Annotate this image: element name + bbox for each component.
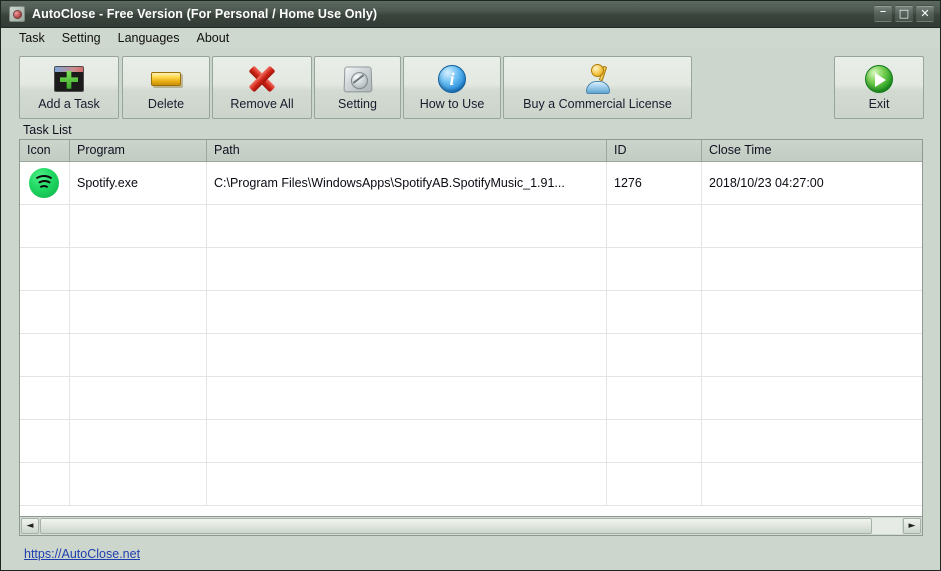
task-list-table: Icon Program Path ID Close Time Spotify.… <box>19 139 923 517</box>
table-row-empty[interactable] <box>20 248 922 291</box>
window-controls: – □ ✕ <box>874 5 934 22</box>
table-row-empty[interactable] <box>20 291 922 334</box>
table-row[interactable]: Spotify.exe C:\Program Files\WindowsApps… <box>20 162 922 205</box>
setting-label: Setting <box>338 97 377 111</box>
table-header-row: Icon Program Path ID Close Time <box>20 140 922 162</box>
menu-item-about[interactable]: About <box>189 29 239 47</box>
remove-all-icon <box>213 61 311 97</box>
setting-icon <box>315 61 400 97</box>
maximize-icon: □ <box>898 7 910 20</box>
table-row-empty[interactable] <box>20 334 922 377</box>
autoclose-app-icon <box>9 6 25 22</box>
info-icon <box>404 61 500 97</box>
column-header-close-time[interactable]: Close Time <box>702 140 922 161</box>
cell-icon <box>20 162 70 204</box>
menu-item-setting[interactable]: Setting <box>54 29 110 47</box>
remove-all-label: Remove All <box>230 97 294 111</box>
toolbar: Add a Task Delete Remove All Setting How… <box>19 56 926 119</box>
table-row-empty[interactable] <box>20 463 922 506</box>
column-header-program[interactable]: Program <box>70 140 207 161</box>
column-header-icon[interactable]: Icon <box>20 140 70 161</box>
setting-button[interactable]: Setting <box>314 56 401 119</box>
add-task-icon <box>20 61 118 97</box>
menu-item-languages[interactable]: Languages <box>110 29 189 47</box>
minimize-button[interactable]: – <box>874 5 892 22</box>
table-row-empty[interactable] <box>20 205 922 248</box>
table-row-empty[interactable] <box>20 420 922 463</box>
add-task-label: Add a Task <box>38 97 100 111</box>
how-to-use-label: How to Use <box>419 97 485 111</box>
task-list-group-label: Task List <box>23 123 72 137</box>
maximize-button[interactable]: □ <box>895 5 913 22</box>
delete-button[interactable]: Delete <box>122 56 210 119</box>
close-icon: ✕ <box>920 7 930 20</box>
scroll-right-button[interactable]: ► <box>903 518 921 534</box>
column-header-path[interactable]: Path <box>207 140 607 161</box>
application-window: AutoClose - Free Version (For Personal /… <box>0 0 941 571</box>
exit-label: Exit <box>868 97 890 111</box>
cell-path: C:\Program Files\WindowsApps\SpotifyAB.S… <box>207 162 607 204</box>
cell-close-time: 2018/10/23 04:27:00 <box>709 176 824 190</box>
add-task-button[interactable]: Add a Task <box>19 56 119 119</box>
exit-icon <box>835 61 923 97</box>
chevron-right-icon: ► <box>908 521 916 531</box>
delete-icon <box>123 61 209 97</box>
minimize-icon: – <box>879 4 887 19</box>
column-header-id[interactable]: ID <box>607 140 702 161</box>
title-bar: AutoClose - Free Version (For Personal /… <box>1 1 940 28</box>
horizontal-scrollbar[interactable]: ◄ ► <box>19 517 923 536</box>
license-key-icon <box>504 61 691 97</box>
how-to-use-button[interactable]: How to Use <box>403 56 501 119</box>
table-row-empty[interactable] <box>20 377 922 420</box>
table-body: Spotify.exe C:\Program Files\WindowsApps… <box>20 162 922 516</box>
delete-label: Delete <box>147 97 185 111</box>
close-button[interactable]: ✕ <box>916 5 934 22</box>
exit-button[interactable]: Exit <box>834 56 924 119</box>
cell-program: Spotify.exe <box>70 162 207 204</box>
website-link[interactable]: https://AutoClose.net <box>24 547 140 561</box>
remove-all-button[interactable]: Remove All <box>212 56 312 119</box>
cell-id: 1276 <box>607 162 702 204</box>
menu-item-task[interactable]: Task <box>11 29 54 47</box>
buy-license-button[interactable]: Buy a Commercial License <box>503 56 692 119</box>
scrollbar-track[interactable] <box>40 518 902 534</box>
buy-license-label: Buy a Commercial License <box>523 97 672 111</box>
window-title: AutoClose - Free Version (For Personal /… <box>32 7 378 21</box>
spotify-icon <box>29 168 59 198</box>
menu-bar: Task Setting Languages About <box>1 28 940 49</box>
client-area: Add a Task Delete Remove All Setting How… <box>1 49 940 570</box>
scroll-left-button[interactable]: ◄ <box>21 518 39 534</box>
scrollbar-thumb[interactable] <box>40 518 872 534</box>
chevron-left-icon: ◄ <box>26 521 34 531</box>
